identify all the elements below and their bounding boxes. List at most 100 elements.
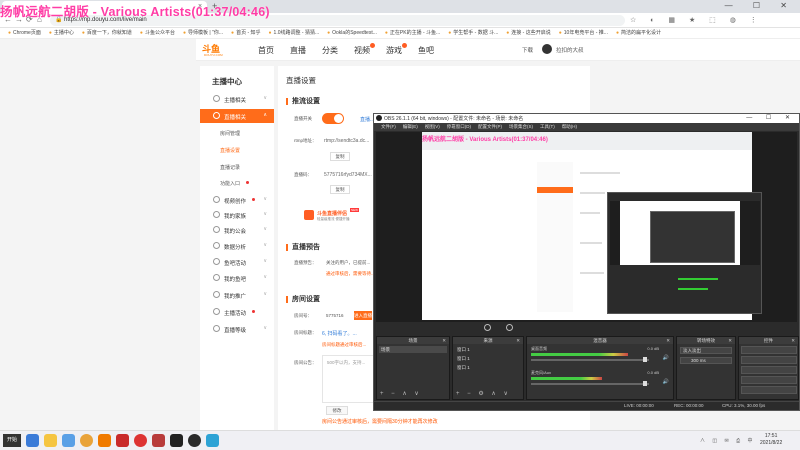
transition-select[interactable]: 淡入淡出 <box>680 347 732 354</box>
copy-rtmp-button[interactable]: 复制 <box>330 152 350 161</box>
obs-icon[interactable] <box>188 434 201 447</box>
speaker-icon[interactable]: 🔊 <box>663 379 669 385</box>
close-icon[interactable]: ✕ <box>728 337 732 344</box>
modify-button[interactable]: 修改 <box>326 406 348 415</box>
nav-game[interactable]: 游戏 <box>386 43 407 56</box>
volume-slider[interactable] <box>531 383 649 385</box>
sidebar-item-live[interactable]: 直播相关 ∧ <box>200 109 274 123</box>
source-item[interactable]: 窗口 1 <box>455 346 521 353</box>
obs-menu-item[interactable]: 工具(T) <box>540 123 555 131</box>
bookmark-item[interactable]: 斗鱼公众平台 <box>140 28 175 38</box>
obs-menu-item[interactable]: 停靠窗口(D) <box>447 123 471 131</box>
bookmark-item[interactable]: 百度一下，你就知道 <box>82 28 132 38</box>
obs-menu-item[interactable]: 场景集合(S) <box>509 123 533 131</box>
live-switch-toggle[interactable] <box>322 113 344 124</box>
sidebar-item-promotion[interactable]: 我的推广 ∨ <box>200 288 274 302</box>
source-item[interactable]: 窗口 1 <box>455 355 521 362</box>
enter-room-button[interactable]: 进入直播间 <box>354 311 372 327</box>
sidebar-item-anchor-activity[interactable]: 主播活动 <box>200 305 274 319</box>
nav-fishbar[interactable]: 鱼吧 <box>418 45 434 56</box>
nav-live[interactable]: 直播 <box>290 45 306 56</box>
obs-menu-item[interactable]: 视图(V) <box>425 123 440 131</box>
terminal-icon[interactable] <box>170 434 183 447</box>
bookmark-item[interactable]: 简洁的扁平化设计 <box>616 28 661 38</box>
sidebar-item-data[interactable]: 数据分析 ∨ <box>200 239 274 253</box>
nav-video[interactable]: 视频 <box>354 43 375 56</box>
filter-icon[interactable] <box>506 324 513 331</box>
app-icon[interactable] <box>206 434 219 447</box>
obs-menu-item[interactable]: 编辑(E) <box>403 123 418 131</box>
bookmark-item[interactable]: 连接 - 这些开启说 <box>506 28 550 38</box>
sidebar-sub-room[interactable]: 房间管理 <box>220 130 240 137</box>
avatar[interactable] <box>542 44 552 54</box>
chrome-icon[interactable] <box>80 434 93 447</box>
sidebar-item-fishbar-activity[interactable]: 鱼吧活动 ∨ <box>200 255 274 269</box>
bookmark-item[interactable]: 1.0线路调整 - 猜猜... <box>269 28 320 38</box>
nav-home[interactable]: 首页 <box>258 45 274 56</box>
folder-icon[interactable] <box>44 434 57 447</box>
network-icon[interactable] <box>62 434 75 447</box>
close-icon[interactable]: ✕ <box>516 337 520 344</box>
bookmark-item[interactable]: 主播中心 <box>49 28 74 38</box>
sidebar-item-anchor[interactable]: 主播相关 ∨ <box>200 92 274 106</box>
start-recording-button[interactable] <box>741 356 797 364</box>
download-link[interactable]: 下载 <box>522 46 533 54</box>
room-id-label: 房间号： <box>294 313 312 318</box>
copy-key-button[interactable]: 复制 <box>330 185 350 194</box>
window-controls[interactable]: — ☐ ✕ <box>725 1 796 10</box>
close-icon[interactable]: ✕ <box>666 337 670 344</box>
virtual-camera-button[interactable] <box>741 366 797 374</box>
bookmark-item[interactable]: 导师模板 | "你... <box>183 28 223 38</box>
douyu-icon[interactable] <box>98 434 111 447</box>
speaker-icon[interactable]: 🔊 <box>663 355 669 361</box>
obs-window[interactable]: OBS 26.1.1 (64 bit, windows) - 配置文件: 未命名… <box>373 113 800 411</box>
obs-window-controls[interactable]: — ☐ ✕ <box>746 114 796 121</box>
obs-menu-item[interactable]: 文件(F) <box>381 123 396 131</box>
close-icon[interactable]: ✕ <box>442 337 446 344</box>
bookmark-item[interactable]: 首页 - 知乎 <box>231 28 260 38</box>
volume-slider-knob[interactable] <box>643 381 647 386</box>
obs-menu-item[interactable]: 帮助(H) <box>562 123 577 131</box>
obs-preview-canvas[interactable]: 扬帆远航二胡版 - Various Artists(01:37/04:46) <box>376 132 797 332</box>
sidebar-item-guild[interactable]: 我的公会 ∨ <box>200 223 274 237</box>
extension-icons[interactable]: ☆ ◐ ▦ ★ ⬚ ◍ ⋮ <box>630 16 763 24</box>
start-streaming-button[interactable] <box>741 346 797 354</box>
sidebar-item-label: 主播活动 <box>224 311 247 317</box>
username[interactable]: 拉扣的大叔 <box>556 46 584 54</box>
douyu-companion-promo[interactable]: 斗鱼直播伴侣 NEW 轻量级推流 便捷开播 <box>304 208 359 226</box>
source-item[interactable]: 窗口 1 <box>455 364 521 371</box>
sidebar-sub-functions[interactable]: 功能入口 <box>220 180 240 187</box>
file-explorer-icon[interactable] <box>26 434 39 447</box>
sidebar-item-label: 我的推广 <box>224 294 247 300</box>
settings-icon[interactable] <box>484 324 491 331</box>
close-icon[interactable]: ✕ <box>791 337 795 344</box>
sidebar-item-my-fishbar[interactable]: 我的鱼吧 ∨ <box>200 271 274 285</box>
bookmark-item[interactable]: 正在PK的主播 - 斗鱼... <box>385 28 440 38</box>
bookmark-item[interactable]: 学生帮手 - 数据 斗... <box>448 28 498 38</box>
bookmark-item[interactable]: Ookla的Speedtest... <box>327 28 377 38</box>
studio-mode-button[interactable] <box>741 376 797 384</box>
scene-item[interactable]: 场景 <box>379 346 447 353</box>
obs-menu-item[interactable]: 配置文件(P) <box>478 123 502 131</box>
system-tray-icons[interactable]: ∧ ◫ ✉ ⎙ 中 <box>700 437 755 444</box>
app-icon[interactable] <box>152 434 165 447</box>
volume-slider-knob[interactable] <box>643 357 647 362</box>
sources-dock-toolbar[interactable]: + − ⚙ ∧ ∨ <box>456 390 511 397</box>
sidebar-item-level[interactable]: 直播等级 ∨ <box>200 322 274 336</box>
scenes-dock-toolbar[interactable]: + − ∧ ∨ <box>380 390 422 397</box>
settings-button[interactable] <box>741 386 797 394</box>
sidebar-sub-records[interactable]: 直播记录 <box>220 164 240 171</box>
room-title-value[interactable]: 6, 扫码看了。... <box>322 330 357 337</box>
start-button[interactable]: 开始 <box>3 434 21 447</box>
game-icon[interactable] <box>116 434 129 447</box>
volume-slider[interactable] <box>531 359 649 361</box>
transition-duration-input[interactable]: 300 ms <box>680 357 732 364</box>
netease-music-icon[interactable] <box>134 434 147 447</box>
sidebar-item-video[interactable]: 视频创作 ∨ <box>200 193 274 207</box>
bookmark-item[interactable]: Chrome页面 <box>8 28 41 38</box>
sidebar-item-family[interactable]: 我的家族 ∨ <box>200 208 274 222</box>
bookmark-item[interactable]: 10年电竞平台 - 推... <box>559 28 608 38</box>
nav-category[interactable]: 分类 <box>322 45 338 56</box>
sidebar-sub-live-settings[interactable]: 直播设置 <box>220 147 240 154</box>
clock[interactable]: 17:51 2021/8/22 <box>760 433 782 447</box>
